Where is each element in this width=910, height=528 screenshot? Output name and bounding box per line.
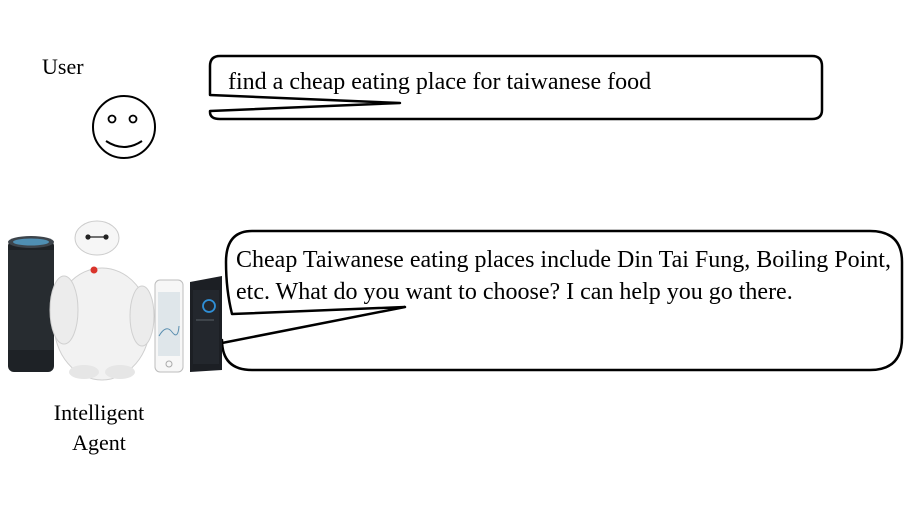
robot-icon — [49, 220, 155, 381]
agent-label-line-2: Agent — [72, 430, 126, 455]
user-message-text: find a cheap eating place for taiwanese … — [228, 69, 652, 95]
smiley-face-icon — [92, 95, 156, 159]
user-label: User — [42, 54, 84, 79]
smart-speaker-icon — [8, 236, 54, 372]
smartphone-icon — [154, 279, 184, 373]
agent-label-line-1: Intelligent — [53, 400, 145, 425]
tablet-icon — [190, 276, 222, 372]
agent-message-text: Cheap Taiwanese eating places include Di… — [236, 247, 891, 305]
